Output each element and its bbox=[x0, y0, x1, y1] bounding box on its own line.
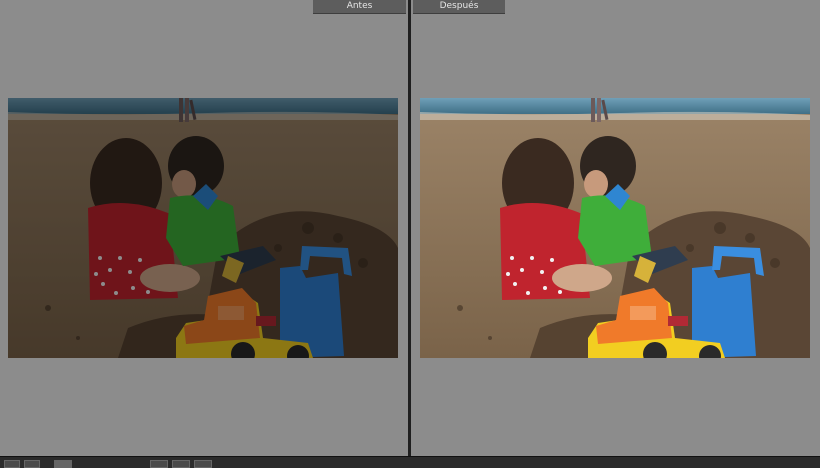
after-photo[interactable] bbox=[420, 98, 810, 358]
after-pane: Después bbox=[411, 0, 820, 456]
after-image bbox=[420, 98, 810, 358]
before-tab-label: Antes bbox=[313, 0, 406, 14]
before-image bbox=[8, 98, 398, 358]
before-photo[interactable] bbox=[8, 98, 398, 358]
before-pane: Antes bbox=[0, 0, 408, 456]
after-tab-label: Después bbox=[413, 0, 505, 14]
bottom-toolbar bbox=[0, 456, 820, 468]
